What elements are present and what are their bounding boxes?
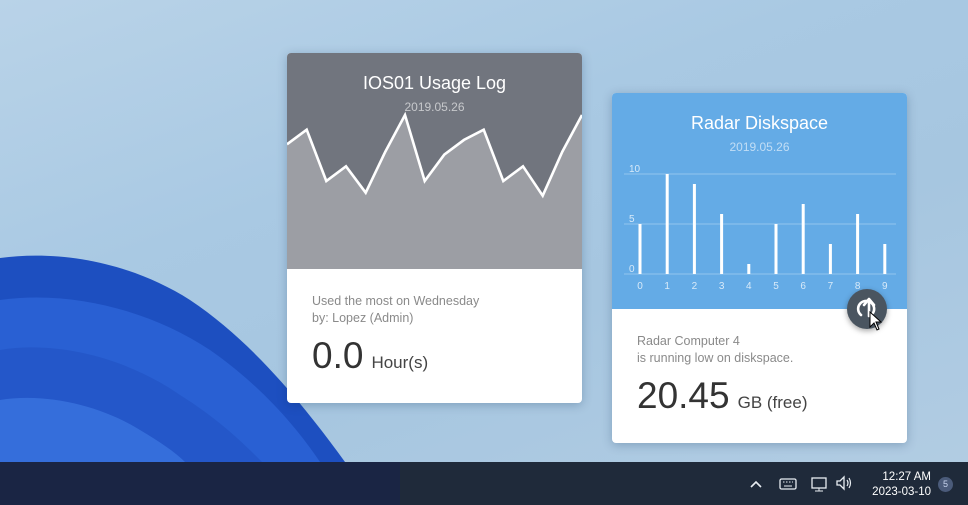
x-tick-label: 2 — [692, 281, 698, 292]
diskspace-bar-chart: 05100 1 2 3 4 5 6 7 8 9 — [624, 164, 896, 292]
x-tick-label: 0 — [637, 281, 643, 292]
diskspace-value: 20.45 GB (free) — [637, 375, 808, 417]
diskspace-header: Radar Diskspace 2019.05.26 0 5 10 0 1 2 3 4 5 6 7 8… — [612, 93, 907, 309]
clock-date: 2023-03-10 — [872, 486, 931, 498]
usage-unit: Hour(s) — [371, 353, 429, 372]
keyboard-icon[interactable] — [779, 472, 797, 499]
bar — [856, 214, 860, 274]
usage-log-description: Used the most on Wednesday by: Lopez (Ad… — [312, 293, 479, 327]
x-tick-label: 4 — [746, 281, 752, 292]
y-tick-label: 10 — [629, 164, 641, 175]
x-tick-label: 3 — [719, 281, 725, 292]
x-tick-label: 5 — [773, 281, 779, 292]
x-tick-label: 1 — [664, 281, 670, 292]
bar — [638, 224, 642, 274]
chevron-up-icon[interactable] — [749, 472, 763, 499]
x-tick-label: 7 — [828, 281, 834, 292]
usage-log-date: 2019.05.26 — [404, 100, 465, 114]
taskbar-clock[interactable]: 12:27 AM 2023-03-10 — [872, 470, 931, 500]
diskspace-number: 20.45 — [637, 375, 730, 416]
usage-desc-line2: by: Lopez (Admin) — [312, 311, 414, 325]
bar — [774, 224, 778, 274]
mouse-cursor-icon — [869, 310, 883, 336]
usage-area-fill — [287, 115, 582, 269]
bar — [665, 174, 669, 274]
bar — [801, 204, 805, 274]
diskspace-card: Radar Diskspace 2019.05.26 0 5 10 0 1 2 3 4 5 6 7 8… — [612, 93, 907, 443]
usage-desc-line1: Used the most on Wednesday — [312, 294, 480, 308]
usage-log-header: IOS01 Usage Log 2019.05.26 — [287, 53, 582, 269]
taskbar-left-area — [0, 462, 400, 505]
usage-value: 0.0 Hour(s) — [312, 335, 428, 377]
usage-log-card: IOS01 Usage Log 2019.05.26 Used the most… — [287, 53, 582, 403]
x-tick-label: 6 — [800, 281, 806, 292]
bar — [883, 244, 887, 274]
disk-desc-line1: Radar Computer 4 — [637, 334, 740, 348]
bar — [747, 264, 751, 274]
network-icon[interactable] — [810, 472, 828, 499]
bar — [828, 244, 832, 274]
usage-log-title: IOS01 Usage Log — [362, 73, 507, 93]
diskspace-unit: GB (free) — [737, 393, 808, 412]
disk-desc-line2: is running low on diskspace. — [637, 351, 794, 365]
notification-badge[interactable]: 5 — [938, 477, 953, 492]
bar — [692, 184, 696, 274]
y-tick-label: 0 — [629, 264, 635, 275]
bar — [720, 214, 724, 274]
volume-icon[interactable] — [835, 472, 855, 499]
y-tick-label: 5 — [629, 214, 635, 225]
clock-time: 12:27 AM — [882, 471, 931, 483]
usage-number: 0.0 — [312, 335, 364, 376]
taskbar: 12:27 AM 2023-03-10 — [0, 462, 968, 505]
diskspace-description: Radar Computer 4 is running low on disks… — [637, 333, 793, 367]
